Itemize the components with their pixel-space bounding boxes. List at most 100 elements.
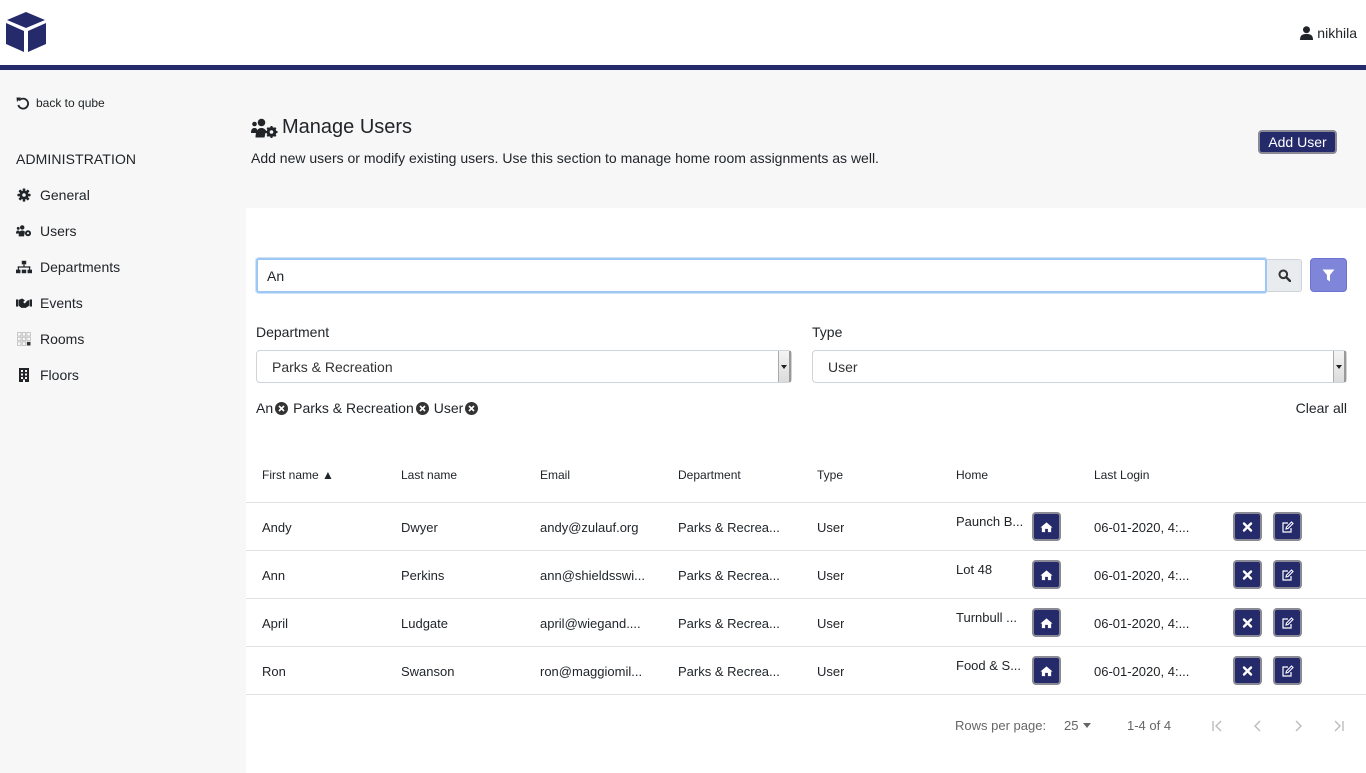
remove-filter-icon[interactable] [415, 401, 429, 415]
column-header-email[interactable]: Email [540, 468, 570, 482]
users-cog-icon [16, 224, 32, 238]
table-row[interactable]: April Ludgate april@wiegand.... Parks & Rec… [246, 599, 1366, 647]
sidebar-item-label: Floors [40, 367, 79, 383]
edit-user-button[interactable] [1273, 560, 1302, 589]
table-row[interactable]: Ron Swanson ron@maggiomil... Parks & Recrea… [246, 647, 1366, 695]
edit-user-button[interactable] [1273, 512, 1302, 541]
cell-last-login: 06-01-2020, 4:... [1094, 568, 1190, 583]
sidebar-item-events[interactable]: Events [16, 295, 83, 311]
type-label: Type [812, 324, 843, 340]
sidebar-item-label: Events [40, 295, 83, 311]
filter-icon [1322, 269, 1335, 281]
close-icon [1241, 617, 1254, 629]
user-icon [1300, 26, 1314, 40]
column-header-department[interactable]: Department [678, 468, 741, 482]
first-page-icon [1212, 720, 1222, 732]
column-header-last-name[interactable]: Last name [401, 468, 457, 482]
pagination: Rows per page: 25 1-4 of 4 [246, 718, 1366, 734]
handshake-icon [16, 296, 32, 310]
sidebar-item-users[interactable]: Users [16, 223, 77, 239]
cell-type: User [817, 520, 845, 535]
type-selected-value: User [828, 358, 858, 375]
filter-chip: An [256, 400, 289, 416]
close-icon [1241, 665, 1254, 677]
type-select[interactable]: User [812, 350, 1347, 383]
first-page-button[interactable] [1208, 717, 1228, 735]
delete-user-button[interactable] [1233, 512, 1262, 541]
cell-type: User [817, 616, 845, 631]
user-menu[interactable]: nikhila [1300, 25, 1357, 41]
home-icon [1040, 617, 1053, 629]
username: nikhila [1317, 25, 1357, 41]
sidebar-item-floors[interactable]: Floors [16, 367, 79, 383]
cube-icon[interactable] [5, 11, 47, 53]
remove-filter-icon[interactable] [275, 401, 289, 415]
rows-per-page-label: Rows per page: [955, 718, 1047, 733]
building-icon [16, 368, 32, 382]
assign-home-button[interactable] [1032, 560, 1061, 589]
cell-last-name: Perkins [401, 568, 445, 583]
sidebar-item-general[interactable]: General [16, 187, 90, 203]
next-page-button[interactable] [1288, 717, 1308, 735]
assign-home-button[interactable] [1032, 512, 1061, 541]
users-panel: Department Parks & Recreation Type User … [246, 208, 1366, 773]
cell-first-name: April [262, 616, 289, 631]
edit-icon [1281, 664, 1294, 677]
close-icon [1241, 521, 1254, 533]
page-title: Manage Users [251, 116, 412, 139]
search-button[interactable] [1267, 259, 1302, 292]
column-header-type[interactable]: Type [817, 468, 843, 482]
filter-chip-label: User [433, 400, 464, 416]
cell-email: april@wiegand.... [540, 616, 641, 631]
cell-first-name: Ron [262, 664, 286, 679]
delete-user-button[interactable] [1233, 560, 1262, 589]
delete-user-button[interactable] [1233, 608, 1262, 637]
cell-last-login: 06-01-2020, 4:... [1094, 520, 1190, 535]
cell-email: ann@shieldsswi... [540, 568, 645, 583]
page-title-text: Manage Users [282, 116, 413, 138]
cell-home: Lot 48 [956, 562, 993, 577]
cell-type: User [817, 568, 845, 583]
table-header: First name ▲ Last name Email Department … [246, 455, 1366, 503]
grid-icon [16, 332, 32, 346]
edit-user-button[interactable] [1273, 656, 1302, 685]
column-header-home[interactable]: Home [956, 468, 988, 482]
cell-last-name: Dwyer [401, 520, 438, 535]
users-table: First name ▲ Last name Email Department … [246, 455, 1366, 695]
last-page-button[interactable] [1328, 717, 1348, 735]
department-select[interactable]: Parks & Recreation [256, 350, 792, 383]
cell-department: Parks & Recrea... [678, 664, 780, 679]
edit-icon [1281, 616, 1294, 629]
assign-home-button[interactable] [1032, 608, 1061, 637]
filter-chip: User [434, 400, 479, 416]
back-to-qube-link[interactable]: back to qube [16, 96, 105, 110]
remove-filter-icon[interactable] [465, 401, 479, 415]
edit-user-button[interactable] [1273, 608, 1302, 637]
gear-icon [16, 188, 32, 202]
assign-home-button[interactable] [1032, 656, 1061, 685]
home-icon [1040, 665, 1053, 677]
table-row[interactable]: Ann Perkins ann@shieldsswi... Parks & Recre… [246, 551, 1366, 599]
rows-per-page-select[interactable]: 25 [1064, 718, 1092, 733]
column-header-last-login[interactable]: Last Login [1094, 468, 1149, 482]
caret-down-icon [1083, 723, 1092, 728]
table-row[interactable]: Andy Dwyer andy@zulauf.org Parks & Recrea..… [246, 503, 1366, 551]
cell-email: ron@maggiomil... [540, 664, 643, 679]
back-link-label: back to qube [36, 96, 105, 110]
sidebar-item-departments[interactable]: Departments [16, 259, 120, 275]
section-title: ADMINISTRATION [16, 151, 137, 167]
sidebar-item-label: General [40, 187, 90, 203]
active-filter-chips: An Parks & Recreation User [256, 400, 483, 416]
filter-toggle-button[interactable] [1310, 258, 1347, 292]
column-header-first-name[interactable]: First name ▲ [262, 468, 334, 482]
clear-all-filters-link[interactable]: Clear all [1296, 400, 1347, 416]
page-range: 1-4 of 4 [1127, 718, 1172, 733]
search-input[interactable] [256, 258, 1267, 293]
previous-page-button[interactable] [1248, 717, 1268, 735]
sidebar-item-rooms[interactable]: Rooms [16, 331, 84, 347]
add-user-button[interactable]: Add User [1258, 130, 1337, 154]
filter-chip-label: Parks & Recreation [293, 400, 414, 416]
edit-icon [1281, 520, 1294, 533]
next-page-icon [1295, 720, 1302, 732]
delete-user-button[interactable] [1233, 656, 1262, 685]
